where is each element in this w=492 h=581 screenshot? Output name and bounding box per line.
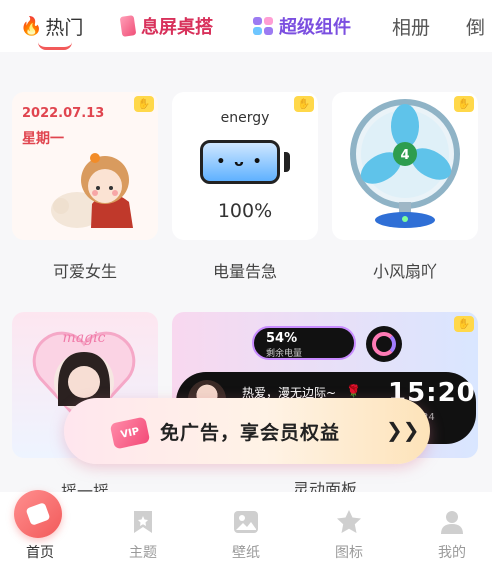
- profile-icon: [441, 511, 463, 534]
- premium-badge-icon: ✋: [454, 96, 474, 112]
- widget-card-cute-girl[interactable]: 2022.07.13 星期一 ✋: [12, 92, 158, 240]
- double-chevron-right-icon: ❯❯: [386, 418, 420, 442]
- battery-pill-percent: 54%: [266, 331, 298, 346]
- nav-wallpaper[interactable]: 壁纸: [206, 492, 286, 581]
- card-label-cute-girl: 可爱女生: [52, 262, 117, 281]
- nav-theme-label: 主题: [129, 545, 157, 561]
- fan-icon: 4: [350, 99, 460, 228]
- tab-hot[interactable]: 🔥 热门: [20, 12, 84, 50]
- image-icon: [234, 511, 258, 533]
- vip-badge-icon: VIP: [109, 416, 151, 450]
- battery-pill-caption: 剩余电量: [266, 349, 303, 359]
- bottom-nav: 首页 主题 壁纸 图标 我的: [0, 490, 492, 581]
- battery-face: • ᴗ •: [216, 154, 264, 170]
- nav-icons-label: 图标: [335, 545, 363, 561]
- nav-home[interactable]: 首页: [0, 490, 80, 581]
- nav-profile[interactable]: 我的: [412, 492, 492, 581]
- nav-icons[interactable]: 图标: [309, 492, 389, 581]
- tab-album-label: 相册: [392, 16, 431, 39]
- lock-screen-icon: [119, 15, 137, 37]
- tab-countdown[interactable]: 倒: [466, 12, 485, 40]
- chibi-girl-illustration: [51, 153, 133, 228]
- bookmark-icon: [134, 511, 152, 533]
- star-badge-icon: [337, 510, 361, 533]
- tab-hot-label: 热门: [45, 16, 84, 39]
- tab-lock-screen[interactable]: 息屏桌搭: [119, 12, 213, 40]
- widget-card-battery[interactable]: energy • ᴗ • 100% ✋: [172, 92, 318, 240]
- battery-icon: • ᴗ •: [200, 140, 280, 184]
- fan-speed: 4: [400, 148, 409, 163]
- fire-icon: 🔥: [20, 15, 43, 37]
- category-tabs: 🔥 热门 息屏桌搭 超级组件 相册 倒: [0, 0, 492, 52]
- active-tab-indicator: [38, 42, 72, 50]
- battery-cap: [284, 152, 290, 172]
- widget-date: 2022.07.13: [22, 106, 105, 121]
- nav-wallpaper-label: 壁纸: [232, 545, 260, 561]
- magic-sticker-text: magic: [63, 330, 106, 346]
- tab-album[interactable]: 相册: [392, 12, 430, 40]
- card-label-battery: 电量告急: [212, 262, 277, 281]
- rose-icon: 🌹: [346, 384, 361, 398]
- battery-percent: 100%: [217, 200, 273, 222]
- card-label-fan: 小风扇吖: [372, 262, 437, 281]
- widget-icon: [253, 17, 273, 35]
- promo-text: 免广告，享会员权益: [160, 422, 341, 444]
- vip-promo-banner[interactable]: VIP 免广告，享会员权益 ❯❯: [64, 398, 430, 464]
- premium-badge-icon: ✋: [294, 96, 314, 112]
- tab-countdown-label: 倒: [466, 16, 486, 39]
- widget-card-fan[interactable]: 4 ✋: [332, 92, 478, 240]
- nav-profile-label: 我的: [438, 545, 466, 561]
- nav-home-label: 首页: [26, 545, 54, 561]
- battery-pill: 54% 剩余电量: [252, 326, 356, 360]
- home-icon: [14, 490, 62, 538]
- tab-super-widget[interactable]: 超级组件: [253, 12, 351, 40]
- premium-badge-icon: ✋: [134, 96, 154, 112]
- tab-lock-screen-label: 息屏桌搭: [141, 17, 213, 38]
- premium-badge-icon: ✋: [454, 316, 474, 332]
- nav-theme[interactable]: 主题: [103, 492, 183, 581]
- tab-super-widget-label: 超级组件: [279, 17, 351, 38]
- progress-ring-icon: [366, 326, 402, 362]
- battery-title: energy: [220, 110, 270, 126]
